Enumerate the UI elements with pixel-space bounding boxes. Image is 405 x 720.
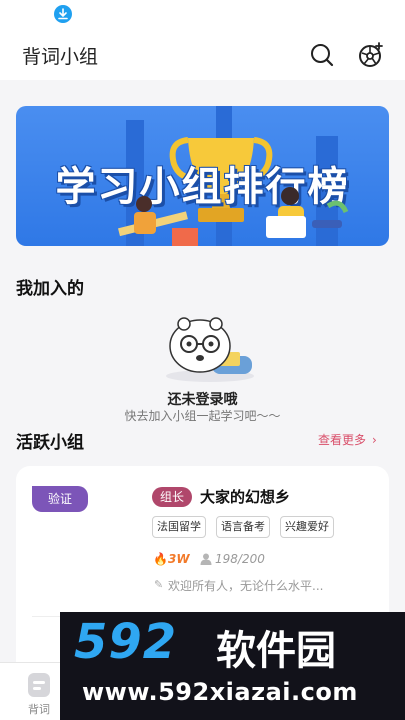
empty-state-subtitle: 快去加入小组一起学习吧～～ — [124, 409, 281, 423]
group-name: 大家的幻想乡 — [200, 488, 291, 506]
pencil-icon: ✎ — [154, 578, 164, 591]
tab-label[interactable]: 背词 — [28, 701, 50, 717]
member-icon — [200, 553, 212, 565]
watermark-overlay: 592 软件园 www.592xiazai.com — [60, 612, 405, 720]
mascot-illustration — [166, 317, 254, 382]
ranking-banner[interactable]: 学习小组排行榜 — [16, 106, 389, 246]
banner-illustration-left — [118, 196, 198, 246]
verify-badge: 验证 — [32, 486, 88, 512]
view-more-link[interactable]: 查看更多 › — [318, 431, 377, 448]
group-tag: 法国留学 — [152, 516, 206, 538]
leader-badge: 组长 — [152, 487, 192, 507]
status-bar — [0, 0, 405, 30]
book-icon[interactable] — [26, 671, 52, 699]
active-section-title: 活跃小组 — [16, 433, 84, 453]
banner-illustration-right — [266, 187, 349, 238]
create-group-icon[interactable] — [357, 41, 385, 69]
joined-section-title: 我加入的 — [16, 279, 84, 299]
group-tag: 兴趣爱好 — [280, 516, 334, 538]
chevron-right-icon: › — [372, 433, 377, 447]
search-icon[interactable] — [309, 42, 335, 68]
download-icon — [54, 5, 72, 23]
group-tag: 语言备考 — [216, 516, 270, 538]
watermark-url: www.592xiazai.com — [82, 678, 358, 706]
member-count: 198/200 — [215, 552, 265, 566]
watermark-brand: 软件园 — [216, 628, 336, 674]
empty-state-title: 还未登录哦 — [167, 392, 238, 408]
heat-value: 3W — [168, 552, 190, 566]
group-motto: 欢迎所有人，无论什么水平... — [168, 579, 324, 593]
fire-icon: 🔥 — [153, 552, 168, 566]
view-more-label: 查看更多 — [318, 433, 367, 447]
page-title: 背词小组 — [22, 46, 99, 68]
watermark-logo: 592 — [74, 614, 178, 670]
app-header: 背词小组 — [0, 30, 405, 80]
